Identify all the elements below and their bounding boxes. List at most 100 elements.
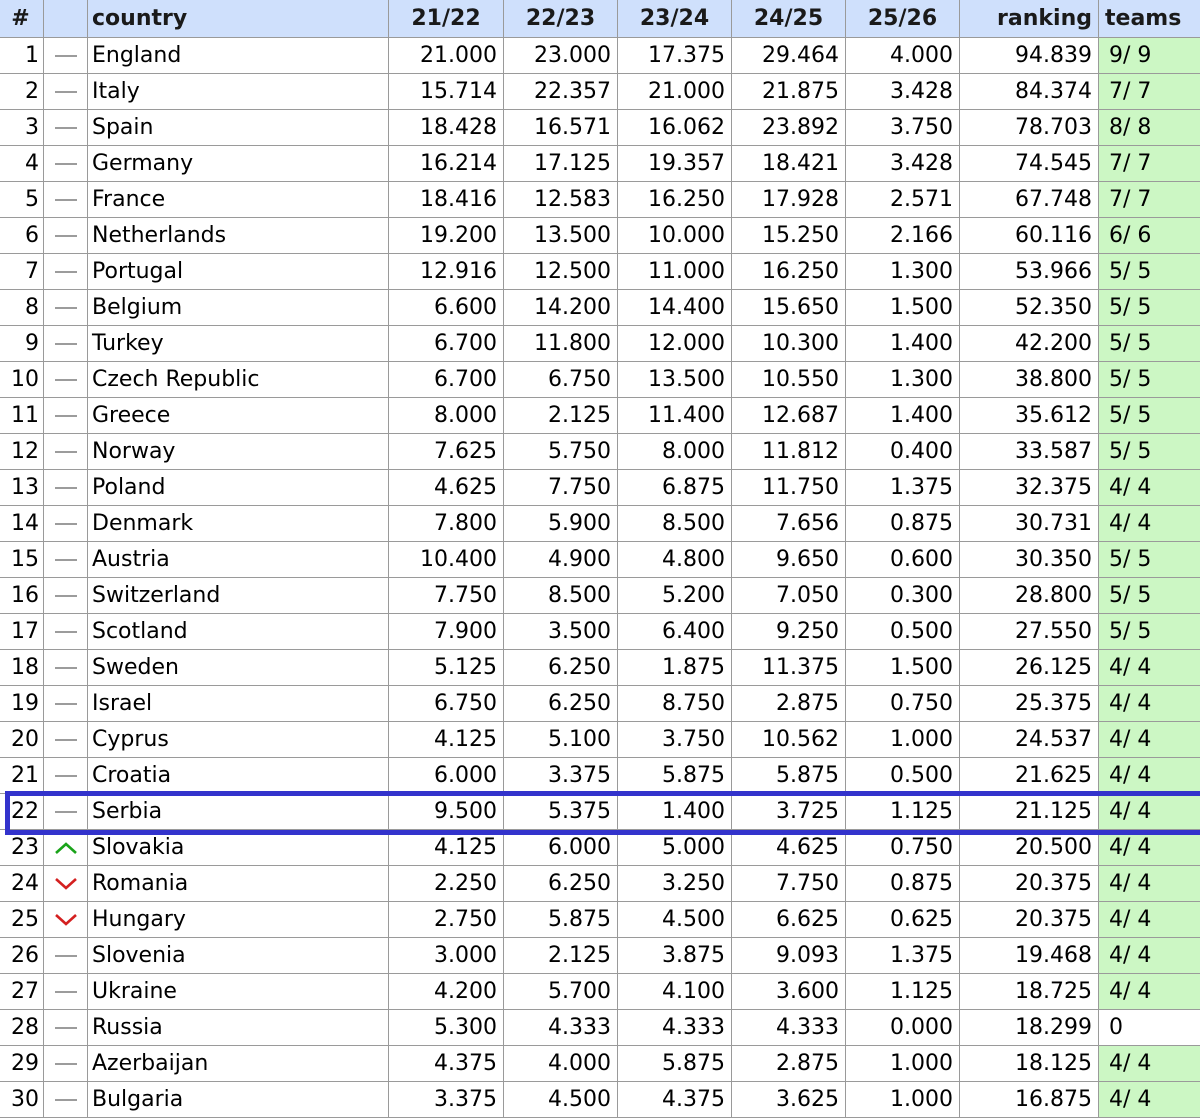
points-21-22: 2.250	[389, 866, 504, 902]
rank-cell: 12	[0, 434, 44, 470]
no-change-dash-icon	[55, 1087, 77, 1112]
country-name: Serbia	[88, 794, 389, 830]
table-row[interactable]: 27Ukraine4.2005.7004.1003.6001.12518.725…	[0, 974, 1200, 1010]
points-24-25: 12.687	[732, 398, 846, 434]
teams-count: 4/ 4	[1099, 1082, 1200, 1118]
table-row[interactable]: 17Scotland7.9003.5006.4009.2500.50027.55…	[0, 614, 1200, 650]
points-23-24: 16.250	[618, 182, 732, 218]
table-row[interactable]: 5France18.41612.58316.25017.9282.57167.7…	[0, 182, 1200, 218]
header-rank[interactable]: #	[0, 0, 44, 38]
points-25-26: 0.875	[846, 506, 960, 542]
table-row[interactable]: 20Cyprus4.1255.1003.75010.5621.00024.537…	[0, 722, 1200, 758]
country-name: Ukraine	[88, 974, 389, 1010]
header-ranking[interactable]: ranking	[960, 0, 1099, 38]
points-24-25: 16.250	[732, 254, 846, 290]
points-23-24: 5.875	[618, 758, 732, 794]
teams-count: 7/ 7	[1099, 146, 1200, 182]
teams-count: 5/ 5	[1099, 578, 1200, 614]
points-21-22: 4.125	[389, 722, 504, 758]
points-23-24: 4.800	[618, 542, 732, 578]
rank-cell: 9	[0, 326, 44, 362]
table-row[interactable]: 26Slovenia3.0002.1253.8759.0931.37519.46…	[0, 938, 1200, 974]
points-22-23: 6.250	[504, 650, 618, 686]
table-row[interactable]: 11Greece8.0002.12511.40012.6871.40035.61…	[0, 398, 1200, 434]
arrow-down-icon	[53, 907, 79, 932]
no-change-dash-icon	[55, 439, 77, 464]
table-row[interactable]: 18Sweden5.1256.2501.87511.3751.50026.125…	[0, 650, 1200, 686]
header-season-23-24[interactable]: 23/24	[618, 0, 732, 38]
table-row[interactable]: 29Azerbaijan4.3754.0005.8752.8751.00018.…	[0, 1046, 1200, 1082]
rank-cell: 13	[0, 470, 44, 506]
table-row[interactable]: 7Portugal12.91612.50011.00016.2501.30053…	[0, 254, 1200, 290]
table-row[interactable]: 1England21.00023.00017.37529.4644.00094.…	[0, 38, 1200, 74]
table-row[interactable]: 16Switzerland7.7508.5005.2007.0500.30028…	[0, 578, 1200, 614]
table-row[interactable]: 10Czech Republic6.7006.75013.50010.5501.…	[0, 362, 1200, 398]
points-21-22: 2.750	[389, 902, 504, 938]
points-22-23: 7.750	[504, 470, 618, 506]
table-row[interactable]: 13Poland4.6257.7506.87511.7501.37532.375…	[0, 470, 1200, 506]
ranking-total: 42.200	[960, 326, 1099, 362]
ranking-total: 27.550	[960, 614, 1099, 650]
country-name: Azerbaijan	[88, 1046, 389, 1082]
table-row[interactable]: 23Slovakia4.1256.0005.0004.6250.75020.50…	[0, 830, 1200, 866]
header-season-24-25[interactable]: 24/25	[732, 0, 846, 38]
teams-count: 4/ 4	[1099, 650, 1200, 686]
table-row[interactable]: 21Croatia6.0003.3755.8755.8750.50021.625…	[0, 758, 1200, 794]
table-row[interactable]: 15Austria10.4004.9004.8009.6500.60030.35…	[0, 542, 1200, 578]
table-row[interactable]: 12Norway7.6255.7508.00011.8120.40033.587…	[0, 434, 1200, 470]
no-change-dash-icon	[55, 115, 77, 140]
points-22-23: 5.900	[504, 506, 618, 542]
table-row[interactable]: 28Russia5.3004.3334.3334.3330.00018.2990	[0, 1010, 1200, 1046]
points-25-26: 3.428	[846, 146, 960, 182]
points-25-26: 1.400	[846, 326, 960, 362]
no-change-dash-icon	[55, 799, 77, 824]
table-row[interactable]: 6Netherlands19.20013.50010.00015.2502.16…	[0, 218, 1200, 254]
no-change-dash-icon	[55, 187, 77, 212]
rank-cell: 14	[0, 506, 44, 542]
table-row[interactable]: 30Bulgaria3.3754.5004.3753.6251.00016.87…	[0, 1082, 1200, 1118]
points-23-24: 5.000	[618, 830, 732, 866]
movement-cell	[44, 938, 88, 974]
rank-cell: 19	[0, 686, 44, 722]
table-row[interactable]: 3Spain18.42816.57116.06223.8923.75078.70…	[0, 110, 1200, 146]
table-row[interactable]: 25Hungary2.7505.8754.5006.6250.62520.375…	[0, 902, 1200, 938]
points-21-22: 7.900	[389, 614, 504, 650]
points-25-26: 0.600	[846, 542, 960, 578]
points-22-23: 5.700	[504, 974, 618, 1010]
header-season-25-26[interactable]: 25/26	[846, 0, 960, 38]
table-row[interactable]: 4Germany16.21417.12519.35718.4213.42874.…	[0, 146, 1200, 182]
points-21-22: 7.625	[389, 434, 504, 470]
points-24-25: 2.875	[732, 686, 846, 722]
header-season-22-23[interactable]: 22/23	[504, 0, 618, 38]
points-23-24: 17.375	[618, 38, 732, 74]
movement-cell	[44, 686, 88, 722]
points-23-24: 19.357	[618, 146, 732, 182]
teams-count: 5/ 5	[1099, 362, 1200, 398]
ranking-total: 38.800	[960, 362, 1099, 398]
ranking-total: 24.537	[960, 722, 1099, 758]
table-row[interactable]: 24Romania2.2506.2503.2507.7500.87520.375…	[0, 866, 1200, 902]
country-name: Austria	[88, 542, 389, 578]
header-season-21-22[interactable]: 21/22	[389, 0, 504, 38]
table-row[interactable]: 19Israel6.7506.2508.7502.8750.75025.3754…	[0, 686, 1200, 722]
table-row[interactable]: 9Turkey6.70011.80012.00010.3001.40042.20…	[0, 326, 1200, 362]
teams-count: 7/ 7	[1099, 74, 1200, 110]
ranking-total: 94.839	[960, 38, 1099, 74]
points-21-22: 7.750	[389, 578, 504, 614]
points-22-23: 5.750	[504, 434, 618, 470]
ranking-total: 67.748	[960, 182, 1099, 218]
table-row[interactable]: 8Belgium6.60014.20014.40015.6501.50052.3…	[0, 290, 1200, 326]
points-23-24: 4.333	[618, 1010, 732, 1046]
table-row[interactable]: 14Denmark7.8005.9008.5007.6560.87530.731…	[0, 506, 1200, 542]
points-25-26: 0.300	[846, 578, 960, 614]
table-row[interactable]: 2Italy15.71422.35721.00021.8753.42884.37…	[0, 74, 1200, 110]
table-row[interactable]: 22Serbia9.5005.3751.4003.7251.12521.1254…	[0, 794, 1200, 830]
ranking-total: 20.375	[960, 902, 1099, 938]
header-country[interactable]: country	[88, 0, 389, 38]
country-name: Netherlands	[88, 218, 389, 254]
points-22-23: 2.125	[504, 938, 618, 974]
header-teams[interactable]: teams	[1099, 0, 1200, 38]
no-change-dash-icon	[55, 475, 77, 500]
points-24-25: 7.050	[732, 578, 846, 614]
points-24-25: 10.300	[732, 326, 846, 362]
